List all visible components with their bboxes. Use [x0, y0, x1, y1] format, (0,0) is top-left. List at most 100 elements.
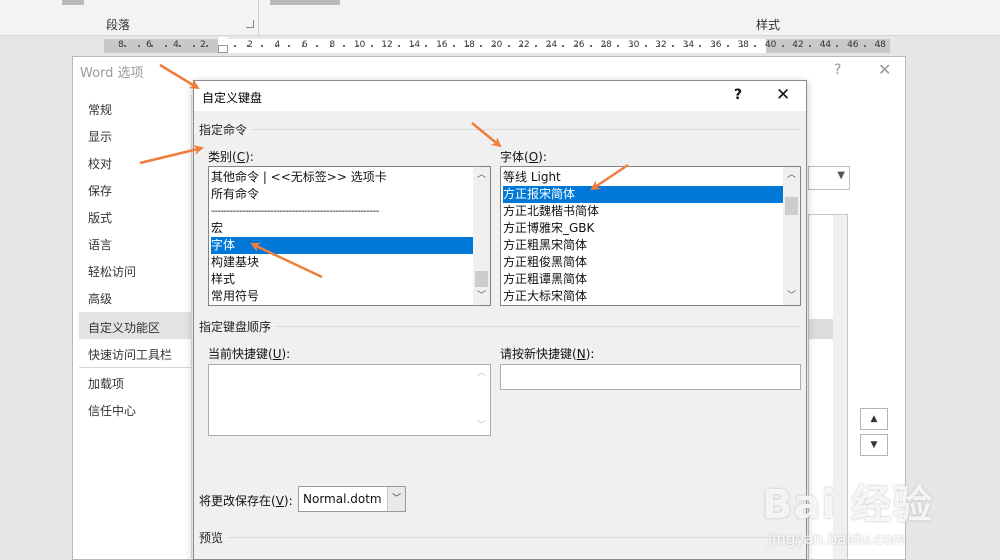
sidebar-item[interactable]: 显示	[88, 128, 112, 145]
scroll-up-icon[interactable]: ︿	[473, 167, 490, 184]
sidebar-item[interactable]: 快速访问工具栏	[88, 346, 172, 363]
ruler-dot	[822, 45, 825, 47]
category-item[interactable]: 所有命令	[211, 186, 473, 203]
sidebar-item[interactable]: 校对	[88, 155, 112, 172]
word-options-close-button[interactable]: ✕	[878, 60, 891, 79]
category-item[interactable]: 常用符号	[211, 288, 473, 305]
scroll-thumb[interactable]	[785, 197, 798, 215]
ruler-dot	[589, 45, 592, 47]
ruler-tick-label: 4	[173, 40, 179, 50]
ruler-dot	[740, 45, 743, 47]
font-item-selected[interactable]: 方正报宋简体	[503, 186, 783, 203]
word-options-title: Word 选项	[80, 66, 144, 81]
ruler-dot	[178, 45, 181, 47]
ruler-tick-label: 8	[329, 40, 336, 50]
fonts-listbox[interactable]: 等线 Light 方正报宋简体 方正北魏楷书简体 方正博雅宋_GBK 方正粗黑宋…	[500, 166, 801, 306]
section-divider	[228, 537, 800, 538]
ribbon-button-stub[interactable]	[62, 0, 84, 5]
scroll-up-icon[interactable]: ︿	[783, 167, 800, 184]
dialog-close-button[interactable]: ✕	[776, 85, 790, 105]
watermark-url: jingyan.baidu.com	[768, 530, 907, 548]
category-item[interactable]: 样式	[211, 271, 473, 288]
category-item[interactable]: 构建基块	[211, 254, 473, 271]
ruler-tick-label: 22	[518, 40, 530, 50]
save-in-combobox[interactable]: Normal.dotm ﹀	[298, 486, 406, 512]
scroll-down-icon[interactable]: ﹀	[473, 418, 490, 435]
ribbon-button-stub[interactable]	[270, 0, 340, 5]
ruler-dot	[548, 45, 551, 47]
ruler-dot	[370, 45, 373, 47]
font-item[interactable]: 方正北魏楷书简体	[503, 203, 783, 220]
specify-command-heading: 指定命令	[199, 123, 248, 137]
scroll-down-icon[interactable]: ﹀	[783, 288, 800, 305]
word-options-help-button[interactable]: ?	[834, 62, 841, 78]
preview-heading: 预览	[199, 531, 224, 545]
ruler-tick-label: 46	[847, 40, 859, 50]
ruler-dot	[384, 45, 387, 47]
ruler-tick-label: 20	[490, 40, 503, 50]
ribbon: 段落 样式	[0, 0, 1000, 36]
ruler-tick-label: 34	[682, 40, 695, 50]
ruler-tick-label: 6	[146, 40, 152, 50]
scroll-down-icon[interactable]: ﹀	[473, 288, 490, 305]
current-keys-label: 当前快捷键(U):	[208, 347, 291, 361]
paragraph-dialog-launcher-icon[interactable]	[246, 20, 254, 28]
current-keys-scrollbar[interactable]: ︿ ﹀	[473, 365, 490, 435]
font-item[interactable]: 等线 Light	[503, 169, 783, 186]
ruler-dot	[576, 45, 579, 47]
sidebar-item[interactable]: 语言	[88, 236, 112, 253]
baidu-jingyan-logo: Bai 经验	[762, 482, 934, 528]
sidebar-item[interactable]: 常规	[88, 101, 112, 118]
ruler-dot	[726, 45, 729, 47]
move-down-button[interactable]: ▼	[860, 434, 888, 456]
scroll-thumb[interactable]	[475, 271, 488, 287]
ruler-tick-label: 2	[200, 40, 206, 50]
ruler-dot	[315, 45, 318, 47]
ruler-dot	[630, 45, 633, 47]
sidebar-item[interactable]: 高级	[88, 290, 112, 307]
ruler-dot	[329, 45, 332, 47]
sidebar-item-selected[interactable]: 自定义功能区	[88, 319, 160, 336]
font-item[interactable]: 方正博雅宋_GBK	[503, 220, 783, 237]
sidebar-item[interactable]: 保存	[88, 182, 112, 199]
font-item[interactable]: 方正大标宋简体	[503, 288, 783, 305]
categories-scrollbar[interactable]: ︿ ﹀	[473, 167, 490, 305]
sidebar-item[interactable]: 轻松访问	[88, 263, 136, 280]
ruler-dot	[247, 45, 250, 47]
ruler-dot	[261, 45, 263, 47]
first-line-indent-marker[interactable]	[218, 37, 228, 44]
font-item[interactable]: 方正粗黑宋简体	[503, 237, 783, 254]
dialog-help-button[interactable]: ?	[734, 87, 742, 103]
ruler-tick-label: 36	[710, 40, 722, 50]
left-indent-marker[interactable]	[218, 45, 228, 53]
save-in-label: 将更改保存在(V):	[199, 494, 293, 508]
chevron-down-icon[interactable]: ﹀	[387, 487, 405, 511]
ruler-dot	[863, 45, 866, 47]
scroll-up-icon[interactable]: ︿	[473, 365, 490, 382]
category-item-selected[interactable]: 字体	[211, 237, 473, 254]
current-keys-listbox[interactable]: ︿ ﹀	[208, 364, 491, 436]
fonts-scrollbar[interactable]: ︿ ﹀	[783, 167, 800, 305]
sidebar-item[interactable]: 信任中心	[88, 402, 136, 419]
categories-listbox[interactable]: 其他命令 | <<无标签>> 选项卡 所有命令 ----------------…	[208, 166, 491, 306]
ruler-dot	[781, 45, 784, 47]
move-up-button[interactable]: ▲	[860, 408, 888, 430]
paragraph-group-label: 段落	[106, 18, 131, 32]
background-dropdown[interactable]: ▼	[808, 166, 850, 190]
font-item[interactable]: 方正粗俊黑简体	[503, 254, 783, 271]
sidebar-item[interactable]: 版式	[88, 209, 112, 226]
ruler-tick-label: 38	[737, 40, 749, 50]
font-item[interactable]: 方正粗谭黑简体	[503, 271, 783, 288]
ruler-dot	[288, 45, 291, 47]
category-item[interactable]: 宏	[211, 220, 473, 237]
ruler-dot	[795, 45, 798, 47]
dialog-title: 自定义键盘	[202, 91, 263, 105]
section-divider	[252, 129, 800, 130]
new-key-input[interactable]	[500, 364, 801, 390]
category-item[interactable]: 其他命令 | <<无标签>> 选项卡	[211, 169, 473, 186]
ruler-dot	[535, 45, 537, 47]
category-separator: ----------------------------------------…	[211, 206, 379, 217]
ruler-dot	[343, 45, 346, 47]
sidebar-item[interactable]: 加载项	[88, 375, 124, 392]
ruler-dot	[356, 45, 359, 47]
